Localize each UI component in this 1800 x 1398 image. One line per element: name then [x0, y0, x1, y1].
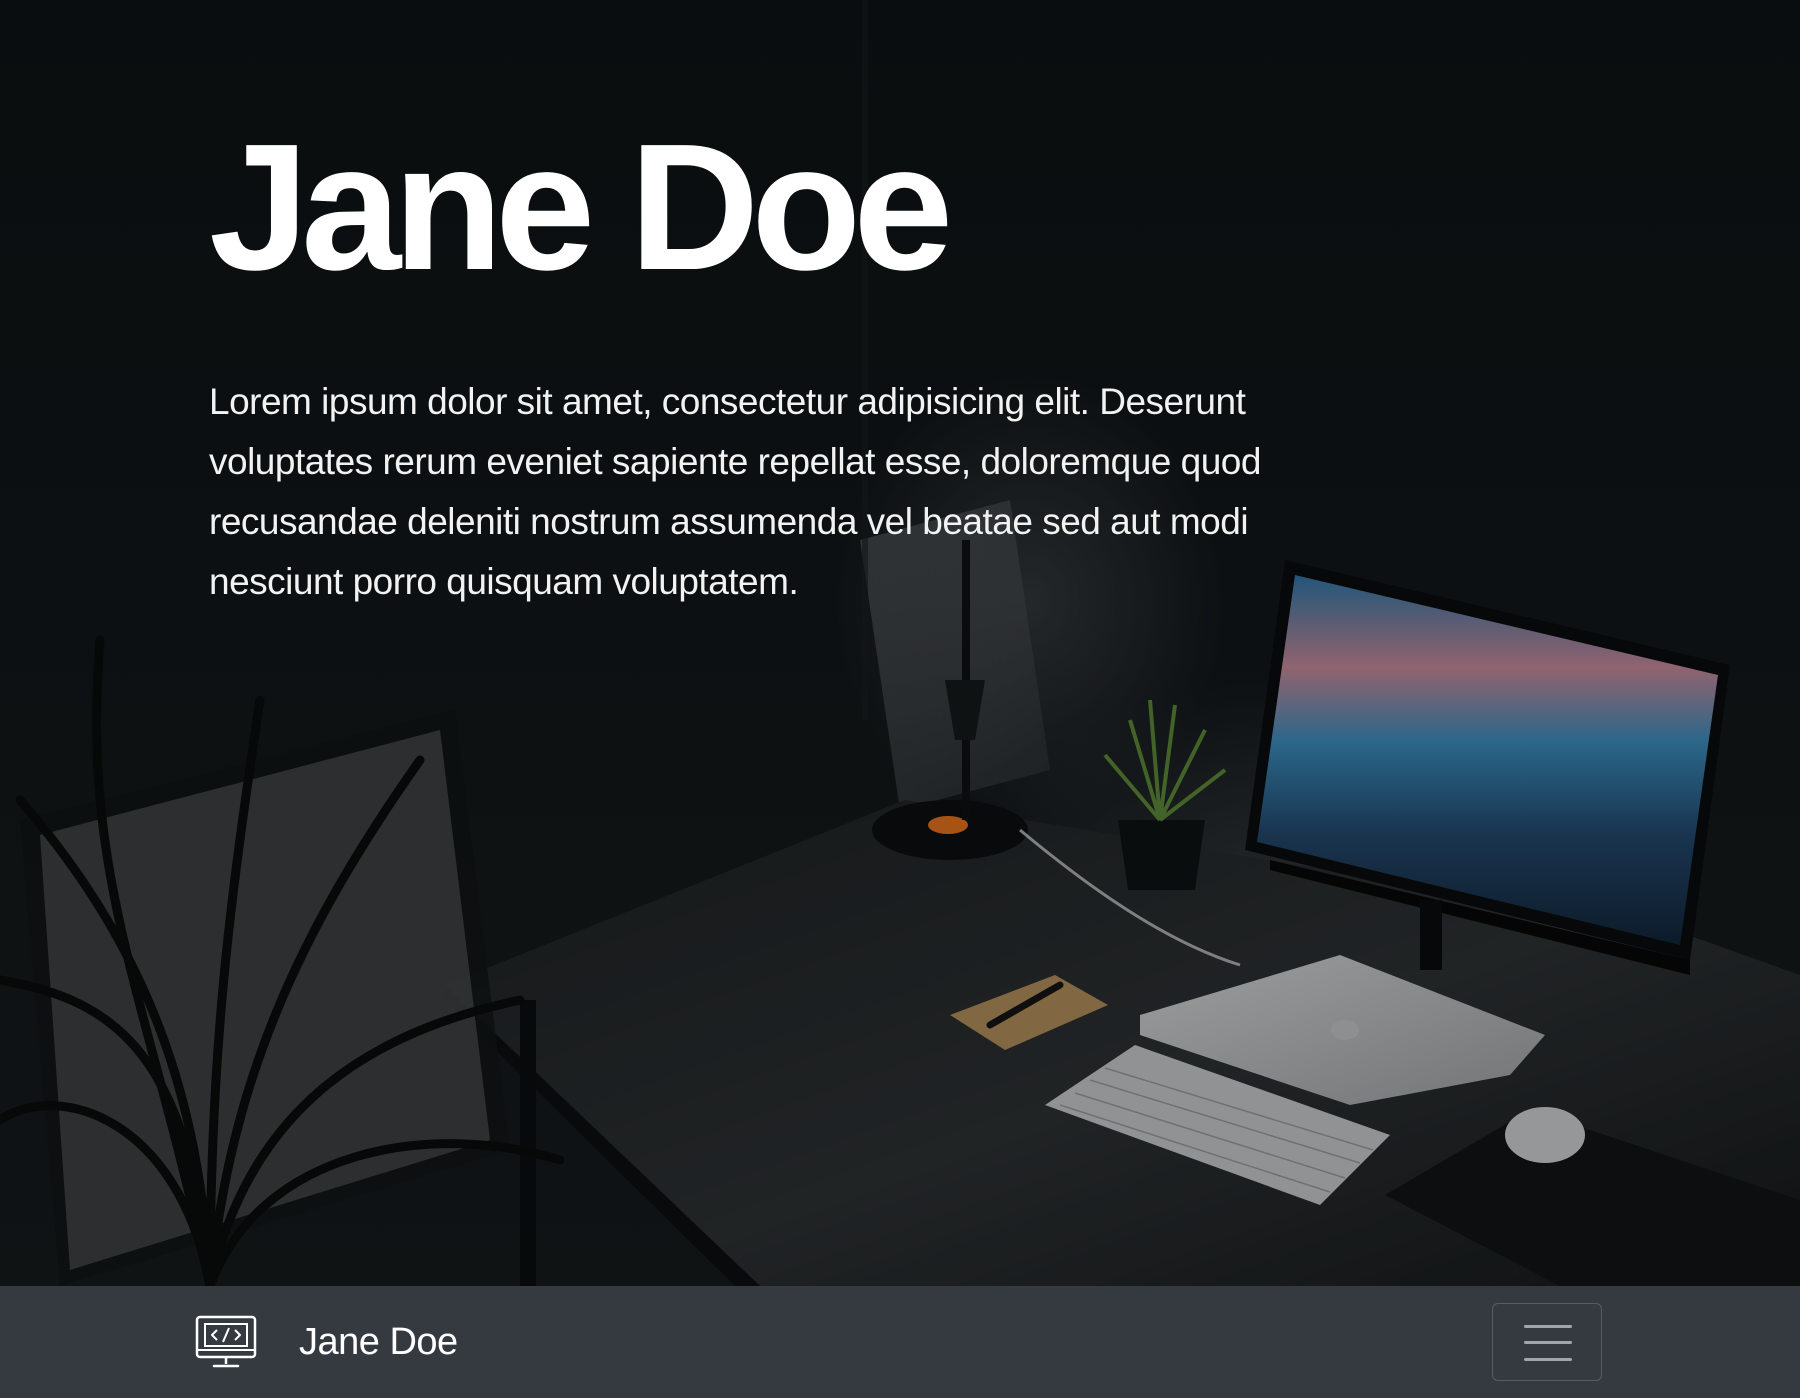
hero-section: Jane Doe Lorem ipsum dolor sit amet, con… — [0, 0, 1800, 1286]
navbar-toggle-button[interactable] — [1492, 1303, 1602, 1381]
hero-content: Jane Doe Lorem ipsum dolor sit amet, con… — [209, 118, 1359, 612]
hamburger-menu-icon — [1524, 1325, 1572, 1361]
navbar-brand-text: Jane Doe — [299, 1320, 458, 1363]
navbar-brand[interactable]: Jane Doe — [195, 1286, 458, 1398]
page: Jane Doe Lorem ipsum dolor sit amet, con… — [0, 0, 1800, 1398]
monitor-code-icon — [195, 1315, 257, 1368]
hero-title: Jane Doe — [209, 107, 953, 308]
navbar: Jane Doe — [0, 1286, 1800, 1398]
hero-lead-text: Lorem ipsum dolor sit amet, consectetur … — [209, 381, 1261, 602]
